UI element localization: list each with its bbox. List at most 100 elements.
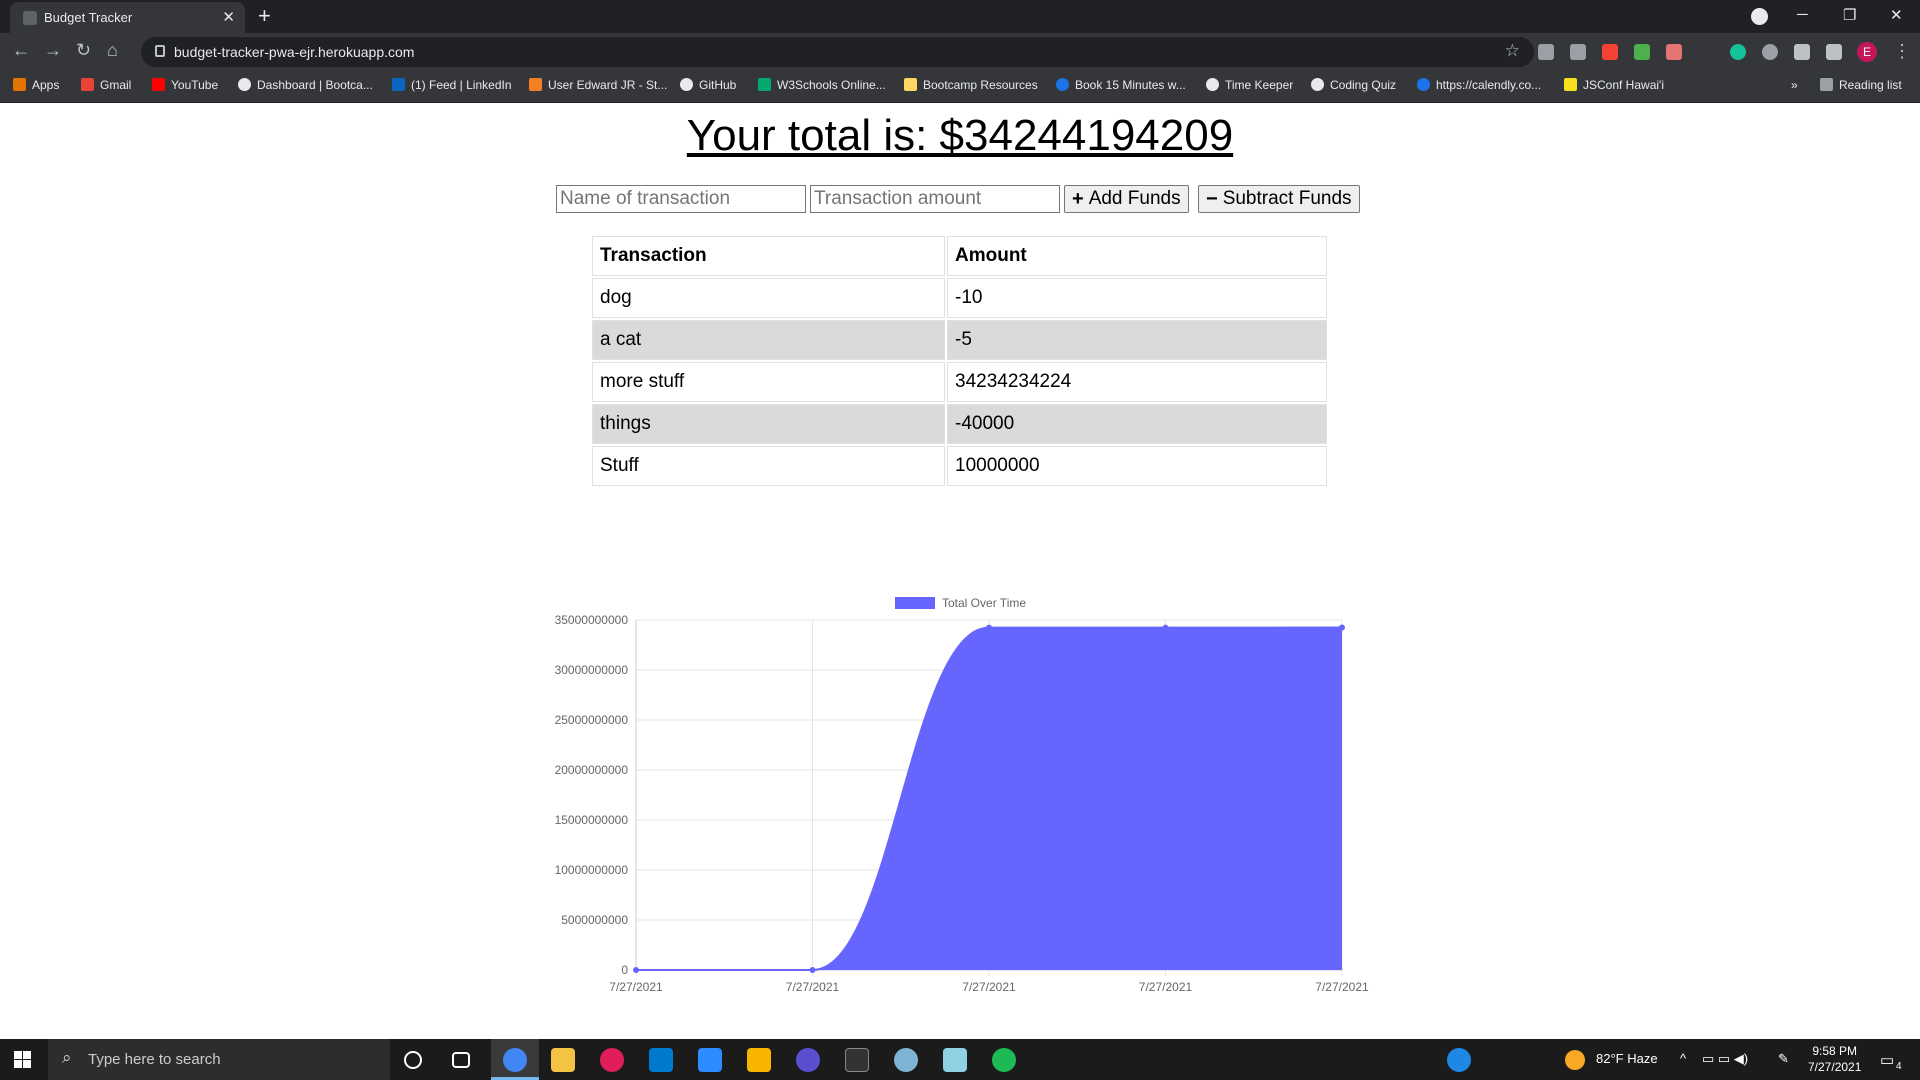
page-content: Your total is: $34244194209 +Add Funds −… <box>0 103 1920 1039</box>
transaction-amount: -10 <box>947 278 1327 318</box>
bookmark-stackoverflow[interactable]: User Edward JR - St... <box>529 78 667 92</box>
transaction-name: things <box>592 404 945 444</box>
forward-button[interactable]: → <box>44 40 62 61</box>
weather-text[interactable]: 82°F Haze <box>1596 1051 1658 1066</box>
y-tick-label: 25000000000 <box>555 713 629 727</box>
y-tick-label: 30000000000 <box>555 663 629 677</box>
menu-kebab-icon[interactable]: ⋮ <box>1893 41 1911 62</box>
bookmark-w3schools[interactable]: W3Schools Online... <box>758 78 886 92</box>
data-point <box>1339 624 1345 631</box>
show-hidden-icons-icon[interactable]: ^ <box>1680 1051 1686 1066</box>
file-explorer-icon[interactable] <box>551 1048 575 1072</box>
bookmark-bootcamp-resources[interactable]: Bootcamp Resources <box>904 78 1038 92</box>
weather-icon[interactable] <box>1565 1050 1585 1070</box>
bookmark-time-keeper[interactable]: Time Keeper <box>1206 78 1293 92</box>
bookmark-jsconf[interactable]: JSConf Hawai'i <box>1564 78 1664 92</box>
home-button[interactable]: ⌂ <box>107 40 118 61</box>
bookmark-linkedin[interactable]: (1) Feed | LinkedIn <box>392 78 512 92</box>
table-row: a cat -5 <box>592 320 1327 360</box>
minus-icon: − <box>1206 187 1218 210</box>
puzzle-extensions-icon[interactable] <box>1794 44 1810 60</box>
taskbar-clock[interactable]: 9:58 PM 7/27/2021 <box>1808 1043 1861 1075</box>
back-button[interactable]: ← <box>12 40 30 61</box>
bookmark-github[interactable]: GitHub <box>680 78 736 92</box>
git-kraken-icon[interactable] <box>747 1048 771 1072</box>
profile-avatar[interactable]: E <box>1857 42 1877 62</box>
media-control-icon[interactable] <box>1826 44 1842 60</box>
windows-start-button[interactable] <box>14 1051 31 1068</box>
settings-extension-icon[interactable] <box>1762 44 1778 60</box>
terminal-icon[interactable] <box>845 1048 869 1072</box>
paint-icon[interactable] <box>894 1048 918 1072</box>
stackoverflow-icon <box>529 78 542 91</box>
total-label: Your total is: $ <box>686 111 965 160</box>
extension-icon[interactable] <box>1538 44 1554 60</box>
clock-time: 9:58 PM <box>1812 1044 1858 1058</box>
pen-icon[interactable]: ✎ <box>1778 1051 1789 1067</box>
bookmark-dashboard[interactable]: Dashboard | Bootca... <box>238 78 373 92</box>
y-tick-label: 35000000000 <box>555 613 629 627</box>
table-row: things -40000 <box>592 404 1327 444</box>
data-point <box>633 967 639 973</box>
spotify-icon[interactable] <box>992 1048 1016 1072</box>
tab-budget-tracker[interactable]: Budget Tracker ✕ <box>10 2 245 33</box>
bookmark-youtube[interactable]: YouTube <box>152 78 218 92</box>
bookmark-calendly[interactable]: https://calendly.co... <box>1417 78 1541 92</box>
restore-button[interactable]: ❐ <box>1843 6 1856 24</box>
transaction-name: a cat <box>592 320 945 360</box>
globe-icon <box>238 78 251 91</box>
help-icon[interactable] <box>1447 1048 1471 1072</box>
app-icon[interactable] <box>796 1048 820 1072</box>
google-extension-icon[interactable] <box>1634 44 1650 60</box>
gmail-icon <box>81 78 94 91</box>
more-bookmarks-icon[interactable]: » <box>1791 78 1798 92</box>
transaction-name-input[interactable] <box>556 185 806 213</box>
bookmark-gmail[interactable]: Gmail <box>81 78 131 92</box>
grammarly-icon[interactable] <box>1730 44 1746 60</box>
total-heading: Your total is: $34244194209 <box>0 111 1920 161</box>
account-icon[interactable] <box>1751 8 1768 25</box>
legend-label: Total Over Time <box>942 596 1026 610</box>
bookmark-apps[interactable]: Apps <box>13 78 59 92</box>
zoom-icon[interactable] <box>698 1048 722 1072</box>
vscode-icon[interactable] <box>649 1048 673 1072</box>
slack-icon[interactable] <box>600 1048 624 1072</box>
add-funds-button[interactable]: + Add Funds <box>1064 185 1189 213</box>
flag-extension-icon[interactable] <box>1666 44 1682 60</box>
notes-icon[interactable] <box>943 1048 967 1072</box>
color-extension-icon[interactable] <box>1602 44 1618 60</box>
task-view-icon[interactable] <box>452 1052 470 1068</box>
pen-extension-icon[interactable] <box>1570 44 1586 60</box>
transaction-amount-input[interactable] <box>810 185 1060 213</box>
chrome-icon[interactable] <box>503 1048 527 1072</box>
x-tick-label: 7/27/2021 <box>786 980 840 994</box>
cortana-icon[interactable] <box>404 1051 422 1069</box>
transaction-name: Stuff <box>592 446 945 486</box>
transaction-name: more stuff <box>592 362 945 402</box>
system-tray-icons[interactable]: ▭ ▭ ◀) <box>1702 1051 1748 1067</box>
reload-button[interactable]: ↻ <box>76 40 91 61</box>
transaction-amount: 34234234224 <box>947 362 1327 402</box>
taskbar-search-box[interactable]: ⌕ Type here to search <box>48 1039 390 1080</box>
windows-taskbar: ⌕ Type here to search 82°F Haze ^ ▭ ▭ ◀)… <box>0 1039 1920 1080</box>
new-tab-button[interactable]: + <box>258 3 271 29</box>
bookmark-star-icon[interactable]: ☆ <box>1505 41 1520 61</box>
close-window-button[interactable]: ✕ <box>1890 6 1903 24</box>
plus-icon: + <box>1072 187 1084 210</box>
data-point <box>1162 624 1169 631</box>
address-bar[interactable]: budget-tracker-pwa-ejr.herokuapp.com ☆ <box>141 37 1534 67</box>
close-tab-icon[interactable]: ✕ <box>222 8 235 26</box>
apps-grid-icon <box>13 78 26 91</box>
transaction-amount: -5 <box>947 320 1327 360</box>
notification-icon[interactable]: ▭ <box>1880 1051 1894 1069</box>
subtract-funds-button[interactable]: − Subtract Funds <box>1198 185 1360 213</box>
bookmark-book[interactable]: Book 15 Minutes w... <box>1056 78 1186 92</box>
clock-date: 7/27/2021 <box>1808 1060 1862 1074</box>
y-tick-label: 20000000000 <box>555 763 629 777</box>
reading-list[interactable]: Reading list <box>1820 78 1902 92</box>
search-placeholder: Type here to search <box>88 1051 221 1068</box>
browser-toolbar: ← → ↻ ⌂ budget-tracker-pwa-ejr.herokuapp… <box>0 33 1920 71</box>
y-tick-label: 10000000000 <box>555 863 629 877</box>
bookmark-coding-quiz[interactable]: Coding Quiz <box>1311 78 1396 92</box>
minimize-button[interactable]: ─ <box>1797 6 1808 23</box>
